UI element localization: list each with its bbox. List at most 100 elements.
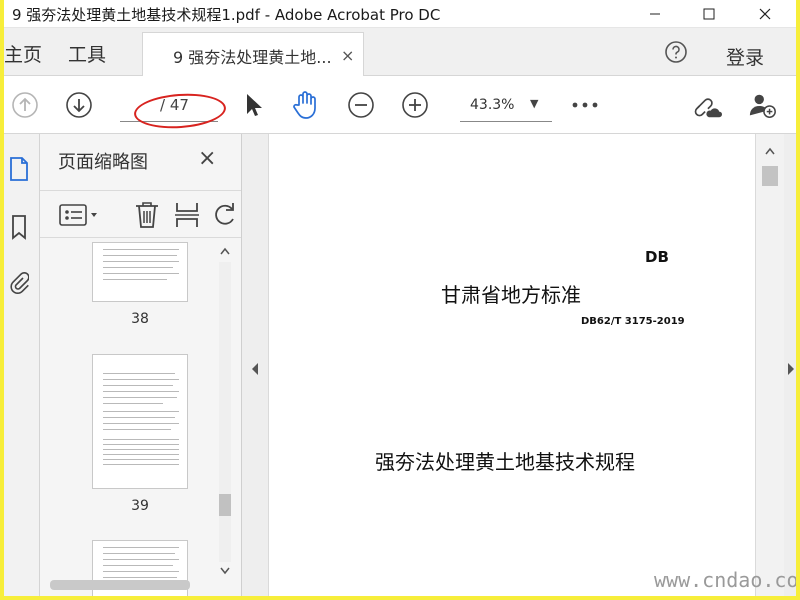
thumbnails-horizontal-scrollbar[interactable] <box>50 580 190 590</box>
zoom-out-icon <box>348 92 374 118</box>
zoom-in-button[interactable] <box>400 90 430 120</box>
hand-icon <box>293 91 316 119</box>
minimize-icon <box>650 13 660 15</box>
text-line <box>103 397 177 398</box>
text-line <box>103 385 173 386</box>
zoom-in-icon <box>402 92 428 118</box>
text-line <box>103 411 179 412</box>
arrow-up-icon <box>12 92 38 118</box>
scroll-track <box>219 262 231 562</box>
next-page-button[interactable] <box>64 90 94 120</box>
text-line <box>103 273 179 274</box>
text-line <box>103 255 177 256</box>
db-label: DB <box>645 248 669 266</box>
text-line <box>103 279 167 280</box>
toolbar: / 47 43.3% ▼ <box>4 76 796 134</box>
document-heading: 强夯法处理黄土地基技术规程 <box>375 450 635 474</box>
arrow-down-icon <box>66 92 92 118</box>
document-tab-label: 9 强夯法处理黄土地... <box>173 48 332 67</box>
thumbnail-label-39: 39 <box>131 498 149 514</box>
scroll-down-icon[interactable] <box>219 566 231 576</box>
thumbnail-label-38: 38 <box>131 311 149 327</box>
tab-home[interactable]: 主页 <box>4 40 42 67</box>
thumbnail-page-38[interactable] <box>92 242 188 302</box>
thumbnail-page-39[interactable] <box>92 354 188 489</box>
text-line <box>103 559 179 560</box>
text-line <box>103 553 175 554</box>
app-window: 9 强夯法处理黄土地基技术规程1.pdf - Adobe Acrobat Pro… <box>4 0 796 596</box>
zoom-dropdown[interactable]: 43.3% ▼ <box>460 92 552 122</box>
delete-pages-button[interactable] <box>132 201 162 229</box>
maximize-button[interactable] <box>686 0 732 28</box>
help-icon[interactable] <box>664 40 688 64</box>
panel-title: 页面缩略图 <box>58 152 148 173</box>
bookmark-icon <box>12 215 26 240</box>
previous-page-button[interactable] <box>10 90 40 120</box>
close-icon <box>759 8 771 20</box>
panel-toolbar <box>40 190 241 238</box>
tab-tools[interactable]: 工具 <box>68 40 106 67</box>
paperclip-icon <box>10 271 29 294</box>
collapse-right-icon[interactable] <box>786 362 796 376</box>
text-line <box>103 403 163 404</box>
more-dots-icon <box>572 102 598 108</box>
share-link-button[interactable] <box>692 90 722 120</box>
title-bar: 9 强夯法处理黄土地基技术规程1.pdf - Adobe Acrobat Pro… <box>4 0 796 28</box>
document-viewer: DB 甘肃省地方标准 DB62/T 3175-2019 强夯法处理黄土地基技术规… <box>242 134 796 596</box>
add-user-icon <box>749 94 776 118</box>
text-line <box>103 417 175 418</box>
text-line <box>103 565 173 566</box>
zoom-out-button[interactable] <box>346 90 376 120</box>
page-thumbnails-button[interactable] <box>4 152 34 186</box>
rotate-pages-button[interactable] <box>210 201 240 229</box>
thumbnails-panel: 页面缩略图 × 38 39 <box>40 134 242 596</box>
text-line <box>103 577 177 578</box>
zoom-value: 43.3% <box>470 97 515 113</box>
page-thumbnail-icon <box>10 157 28 181</box>
insert-pages-button[interactable] <box>172 201 202 229</box>
navigation-rail <box>4 134 40 596</box>
text-line <box>103 267 173 268</box>
select-tool-button[interactable] <box>238 90 268 120</box>
scroll-up-icon[interactable] <box>219 246 231 256</box>
bookmarks-button[interactable] <box>4 210 34 244</box>
login-link[interactable]: 登录 <box>726 43 764 70</box>
text-line <box>103 391 179 392</box>
maximize-icon <box>703 8 715 20</box>
chevron-down-icon: ▼ <box>530 97 539 110</box>
close-tab-button[interactable]: × <box>341 46 354 65</box>
text-line <box>103 249 179 250</box>
scroll-up-icon[interactable] <box>764 146 776 156</box>
add-user-button[interactable] <box>748 90 778 120</box>
standard-title: 甘肃省地方标准 <box>441 283 581 307</box>
insert-page-icon <box>175 203 199 227</box>
link-cloud-icon <box>694 98 722 118</box>
hand-tool-button[interactable] <box>290 90 320 120</box>
pdf-page: DB 甘肃省地方标准 DB62/T 3175-2019 强夯法处理黄土地基技术规… <box>268 134 756 596</box>
viewer-scrollbar[interactable] <box>756 134 784 596</box>
close-panel-button[interactable]: × <box>198 146 216 171</box>
text-line <box>103 373 175 374</box>
thumbnail-options-button[interactable] <box>56 201 104 229</box>
scroll-thumb[interactable] <box>219 494 231 516</box>
rotate-icon <box>215 203 234 225</box>
viewer-scroll-thumb[interactable] <box>762 166 778 186</box>
text-line <box>103 379 179 380</box>
minimize-button[interactable] <box>632 0 678 28</box>
window-title: 9 强夯法处理黄土地基技术规程1.pdf - Adobe Acrobat Pro… <box>12 6 441 24</box>
standard-code: DB62/T 3175-2019 <box>581 316 685 327</box>
watermark-text: www.cndao.com <box>654 568 796 592</box>
collapse-left-icon[interactable] <box>250 362 260 376</box>
cursor-arrow-icon <box>247 94 262 116</box>
tab-document[interactable]: 9 强夯法处理黄土地... × <box>142 32 364 76</box>
text-line <box>103 571 179 572</box>
text-line <box>103 423 179 424</box>
trash-icon <box>136 202 158 228</box>
thumbnails-scrollbar[interactable] <box>216 244 234 584</box>
text-line <box>103 547 179 548</box>
list-options-icon <box>59 204 97 226</box>
attachments-button[interactable] <box>4 266 34 300</box>
text-line <box>103 261 179 262</box>
more-tools-button[interactable] <box>570 90 600 120</box>
close-window-button[interactable] <box>742 0 788 28</box>
